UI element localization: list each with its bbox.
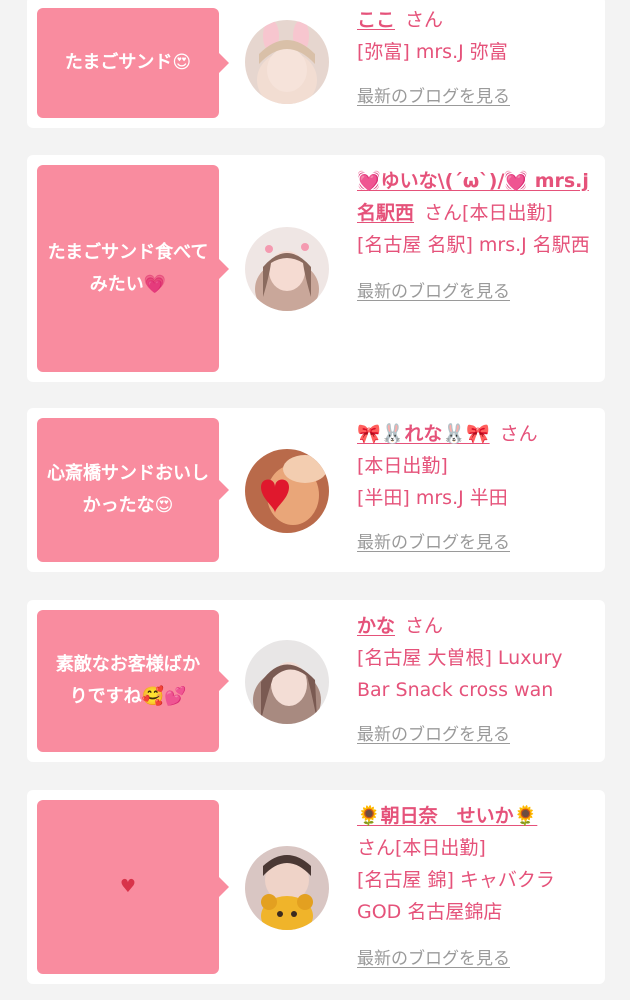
honorific: さん [499, 423, 538, 445]
latest-blog-link[interactable]: 最新のブログを見る [357, 946, 510, 972]
avatar[interactable] [245, 640, 329, 724]
avatar-photo [245, 846, 329, 930]
honorific: さん [405, 615, 444, 637]
comment-bubble: たまごサンド食べてみたい💗 [37, 165, 229, 372]
attendance-status: [本日出勤] [462, 202, 553, 224]
shop-text: [弥富] mrs.J 弥富 [357, 41, 508, 63]
blog-card-2: たまごサンド食べてみたい💗 💓ゆいな\(´ω`)/💓 mrs.j名駅西 さん[本日… [27, 155, 605, 382]
avatar-photo [245, 20, 329, 104]
girl-name-link[interactable]: かな [357, 615, 395, 637]
honorific: さん [405, 9, 444, 31]
comment-text: 心斎橋サンドおいしかったな😍 [47, 463, 209, 516]
blog-card-4: 素敵なお客様ばかりですね🥰💕 かな さん [名古屋 大曽根] Luxury Bar… [27, 600, 605, 762]
latest-blog-link[interactable]: 最新のブログを見る [357, 279, 510, 305]
latest-blog-link[interactable]: 最新のブログを見る [357, 84, 510, 110]
comment-bubble: たまごサンド😍 [37, 8, 229, 118]
shop-text: [名古屋 錦] キャバクラGOD 名古屋錦店 [357, 869, 555, 923]
girl-info: 💓ゆいな\(´ω`)/💓 mrs.j名駅西 さん[本日出勤] [名古屋 名駅] m… [357, 165, 593, 307]
blog-card-1: たまごサンド😍 ここ さん [弥富] mrs.J 弥富 最新のブログを見る [27, 0, 605, 128]
avatar[interactable] [245, 449, 329, 533]
girl-name-link[interactable]: 🎀🐰れな🐰🎀 [357, 423, 490, 445]
blog-card-3: 心斎橋サンドおいしかったな😍 🎀🐰れな🐰🎀 さん [本日出勤] [半田] mrs.… [27, 408, 605, 572]
comment-bubble: 素敵なお客様ばかりですね🥰💕 [37, 610, 229, 752]
comment-text: たまごサンド食べてみたい💗 [47, 241, 209, 295]
avatar[interactable] [245, 846, 329, 930]
attendance-status: [本日出勤] [395, 837, 486, 859]
comment-bubble: ♥ [37, 800, 229, 974]
girl-name-link[interactable]: 🌻朝日奈 せいか🌻 [357, 805, 537, 827]
comment-text: ♥ [119, 876, 137, 897]
girl-info: かな さん [名古屋 大曽根] Luxury Bar Snack cross wa… [357, 610, 593, 750]
honorific: さん [424, 202, 463, 224]
avatar-photo [245, 449, 329, 533]
latest-blog-link[interactable]: 最新のブログを見る [357, 530, 510, 556]
avatar[interactable] [245, 227, 329, 311]
girl-name-link[interactable]: ここ [357, 9, 395, 31]
avatar[interactable] [245, 20, 329, 104]
girl-info: 🎀🐰れな🐰🎀 さん [本日出勤] [半田] mrs.J 半田 最新のブログを見る [357, 418, 593, 558]
shop-text: [名古屋 大曽根] Luxury Bar Snack cross wan [357, 647, 563, 701]
blog-card-5: ♥ 🌻朝日奈 せいか🌻 さん[本日出勤] [名古屋 錦] キャバクラGOD 名古… [27, 790, 605, 984]
comment-text: 素敵なお客様ばかりですね🥰💕 [55, 654, 201, 707]
avatar-photo [245, 640, 329, 724]
latest-blog-link[interactable]: 最新のブログを見る [357, 722, 510, 748]
shop-text: [名古屋 名駅] mrs.J 名駅西 [357, 234, 590, 256]
comment-bubble: 心斎橋サンドおいしかったな😍 [37, 418, 229, 562]
attendance-status: [本日出勤] [357, 455, 448, 477]
honorific: さん [357, 837, 396, 859]
shop-text: [半田] mrs.J 半田 [357, 487, 508, 509]
comment-text: たまごサンド😍 [64, 52, 192, 73]
avatar-photo [245, 227, 329, 311]
girl-info: 🌻朝日奈 せいか🌻 さん[本日出勤] [名古屋 錦] キャバクラGOD 名古屋錦… [357, 800, 593, 974]
girl-info: ここ さん [弥富] mrs.J 弥富 最新のブログを見る [357, 4, 593, 112]
